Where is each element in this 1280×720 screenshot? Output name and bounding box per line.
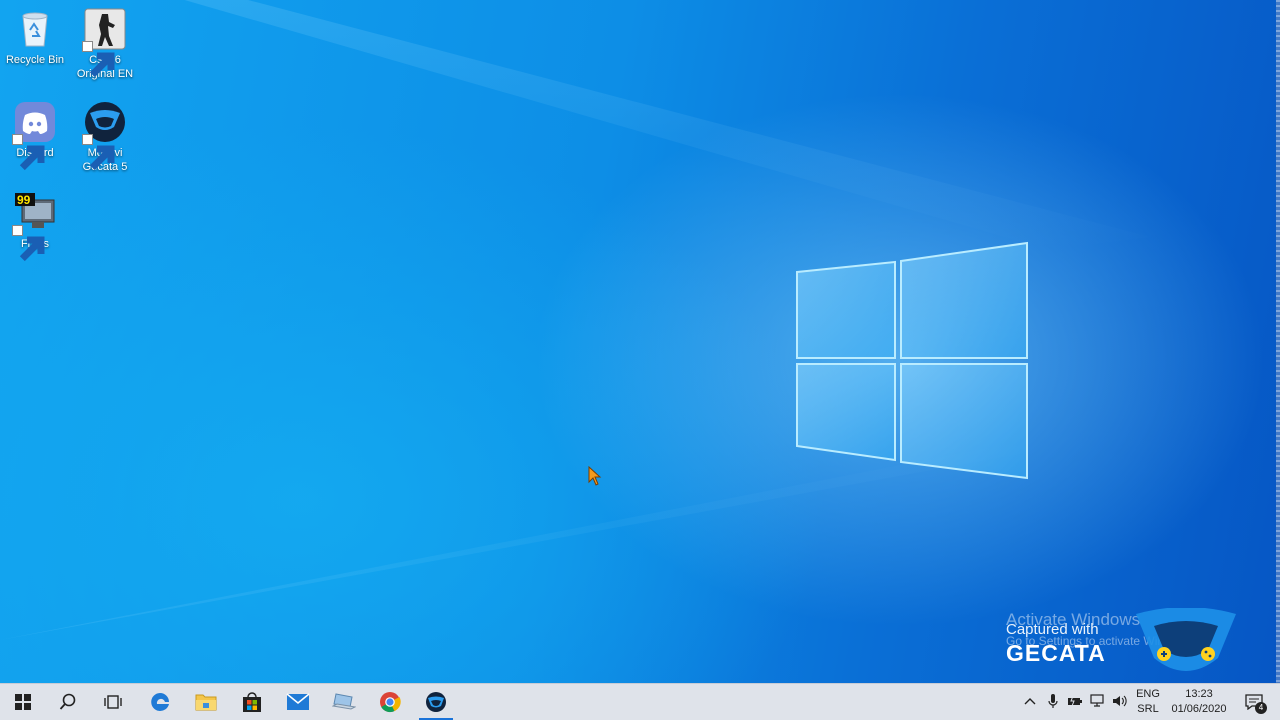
desktop-icon-discord[interactable]: Discord [0,101,70,171]
gecata-icon [426,692,446,712]
captured-with-text: Captured with [1006,621,1099,638]
recording-watermark: Activate Windows Go to Settings to activ… [1006,608,1266,680]
screen-edge-artifact [1276,0,1280,683]
mouse-cursor-icon [588,466,602,486]
chevron-up-icon [1024,698,1036,705]
battery-icon [1068,695,1082,707]
start-button[interactable] [0,684,46,720]
input-language-indicator[interactable]: ENG SRL [1134,687,1162,717]
volume-tray-button[interactable] [1111,692,1129,710]
folder-icon [195,694,217,711]
clock-time: 13:23 [1185,688,1213,700]
microphone-tray-button[interactable] [1044,692,1062,710]
desktop-icon-fraps[interactable]: 99 Fraps [0,192,70,262]
edge-button[interactable] [137,684,183,720]
svg-text:99: 99 [17,193,31,207]
mail-icon [286,693,310,710]
network-tray-button[interactable] [1089,692,1107,710]
task-view-icon [104,695,122,709]
shortcut-arrow-icon [82,41,115,78]
discord-icon [12,101,56,171]
chrome-button[interactable] [367,684,413,720]
shortcut-arrow-icon [82,134,115,171]
counter-strike-icon [82,8,126,78]
desktop-icon-label: Recycle Bin [5,54,65,66]
keyboard-layout-code: SRL [1137,703,1159,715]
light-beam-top [150,0,1150,250]
chrome-icon [380,692,401,713]
fraps-icon: 99 [12,192,56,262]
gecata-brand-text: GECATA [1006,640,1106,666]
gecata-logo-icon [1136,608,1236,671]
gecata-icon [82,101,126,171]
laptop-icon [332,693,356,710]
desktop-icon-gecata[interactable]: Movavi Gecata 5 [70,101,140,174]
network-icon [1090,694,1104,707]
search-icon [59,693,76,710]
edge-icon [151,693,169,711]
shortcut-arrow-icon [12,225,45,262]
app-button[interactable] [321,684,367,720]
desktop-icon-recycle-bin[interactable]: Recycle Bin [0,8,70,67]
notification-count-badge: 4 [1255,702,1267,714]
clock[interactable]: 13:23 01/06/2020 [1166,687,1232,717]
show-hidden-icons-button[interactable] [1021,692,1039,710]
windows-logo-wallpaper [796,241,1028,480]
language-code: ENG [1136,688,1160,700]
mail-button[interactable] [275,684,321,720]
desktop[interactable]: Recycle Bin Cs 1.6 Original EN Discord M… [0,0,1280,683]
gecata-taskbar-button[interactable] [413,684,459,720]
volume-icon [1113,695,1127,707]
task-view-button[interactable] [90,684,136,720]
taskbar: ENG SRL 13:23 01/06/2020 4 [0,683,1280,720]
microphone-icon [1048,694,1058,708]
shortcut-arrow-icon [12,134,45,171]
battery-tray-button[interactable] [1066,692,1084,710]
action-center-button[interactable]: 4 [1238,684,1270,720]
windows-start-icon [15,694,31,710]
store-icon [243,692,261,712]
recycle-bin-icon [14,8,56,50]
desktop-icon-cs16[interactable]: Cs 1.6 Original EN [70,8,140,81]
search-button[interactable] [45,684,91,720]
clock-date: 01/06/2020 [1171,703,1227,715]
store-button[interactable] [229,684,275,720]
file-explorer-button[interactable] [183,684,229,720]
